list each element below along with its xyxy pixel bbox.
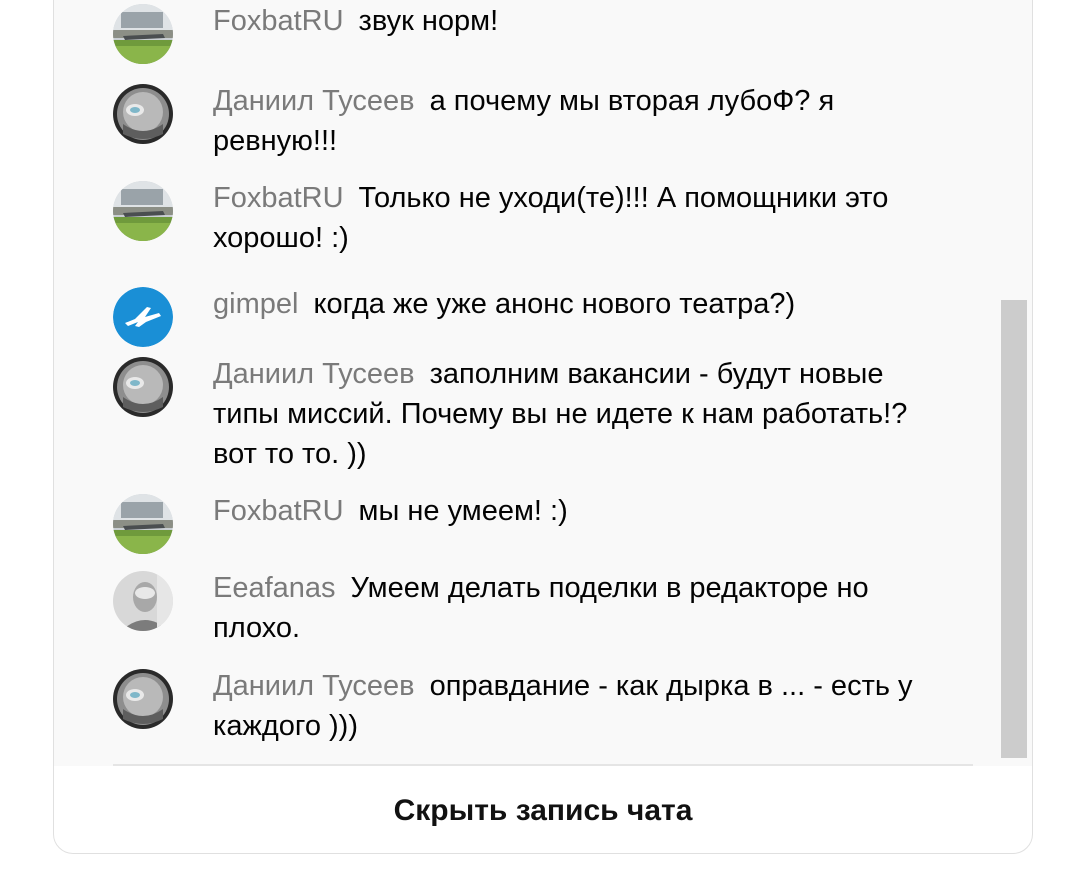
message-content: Даниил Тусеев оправдание - как дырка в ..… bbox=[213, 666, 933, 746]
message-text: звук норм! bbox=[358, 5, 499, 37]
message-content: Даниил Тусеев а почему мы вторая лубоФ? я… bbox=[213, 81, 933, 161]
chat-message: Даниил Тусеев заполним вакансии - будут н… bbox=[113, 354, 933, 474]
helmet-avatar[interactable] bbox=[113, 357, 173, 417]
chat-message: Даниил Тусеев оправдание - как дырка в ..… bbox=[113, 666, 933, 746]
message-author[interactable]: Даниил Тусеев bbox=[213, 85, 415, 117]
message-content: FoxbatRU звук норм! bbox=[213, 1, 933, 41]
message-author[interactable]: FoxbatRU bbox=[213, 495, 344, 527]
chat-message: FoxbatRU мы не умеем! :) bbox=[113, 491, 933, 554]
message-content: Даниил Тусеев заполним вакансии - будут н… bbox=[213, 354, 933, 474]
message-author[interactable]: Даниил Тусеев bbox=[213, 358, 415, 390]
plane-icon-avatar[interactable] bbox=[113, 287, 173, 347]
divider bbox=[113, 764, 973, 766]
message-author[interactable]: gimpel bbox=[213, 288, 298, 320]
message-content: FoxbatRU мы не умеем! :) bbox=[213, 491, 933, 531]
message-text: мы не умеем! :) bbox=[358, 495, 568, 527]
chat-message: gimpel когда же уже анонс нового театра?) bbox=[113, 284, 933, 347]
message-author[interactable]: Eeafanas bbox=[213, 572, 336, 604]
helmet-avatar[interactable] bbox=[113, 84, 173, 144]
message-author[interactable]: FoxbatRU bbox=[213, 5, 344, 37]
message-content: Eeafanas Умеем делать поделки в редакторе… bbox=[213, 568, 933, 648]
message-text: когда же уже анонс нового театра?) bbox=[313, 288, 796, 320]
chat-message: Eeafanas Умеем делать поделки в редакторе… bbox=[113, 568, 933, 648]
chat-messages-area[interactable]: FoxbatRU звук норм! Даниил Тусеев а почему… bbox=[54, 0, 1032, 766]
jet-on-runway-avatar[interactable] bbox=[113, 181, 173, 241]
message-content: gimpel когда же уже анонс нового театра?) bbox=[213, 284, 933, 324]
message-content: FoxbatRU Только не уходи(те)!!! А помощни… bbox=[213, 178, 933, 258]
jet-on-runway-avatar[interactable] bbox=[113, 4, 173, 64]
chat-message: FoxbatRU звук норм! bbox=[113, 1, 933, 64]
portrait-photo-avatar[interactable] bbox=[113, 571, 173, 631]
hide-chat-replay-label: Скрыть запись чата bbox=[393, 794, 693, 827]
hide-chat-replay-button[interactable]: Скрыть запись чата bbox=[54, 771, 1032, 851]
chat-replay-panel: FoxbatRU звук норм! Даниил Тусеев а почему… bbox=[53, 0, 1033, 854]
chat-message: FoxbatRU Только не уходи(те)!!! А помощни… bbox=[113, 178, 933, 258]
chat-message: Даниил Тусеев а почему мы вторая лубоФ? я… bbox=[113, 81, 933, 161]
helmet-avatar[interactable] bbox=[113, 669, 173, 729]
scrollbar-thumb[interactable] bbox=[1001, 300, 1027, 758]
message-author[interactable]: Даниил Тусеев bbox=[213, 670, 415, 702]
message-author[interactable]: FoxbatRU bbox=[213, 182, 344, 214]
jet-on-runway-avatar[interactable] bbox=[113, 494, 173, 554]
